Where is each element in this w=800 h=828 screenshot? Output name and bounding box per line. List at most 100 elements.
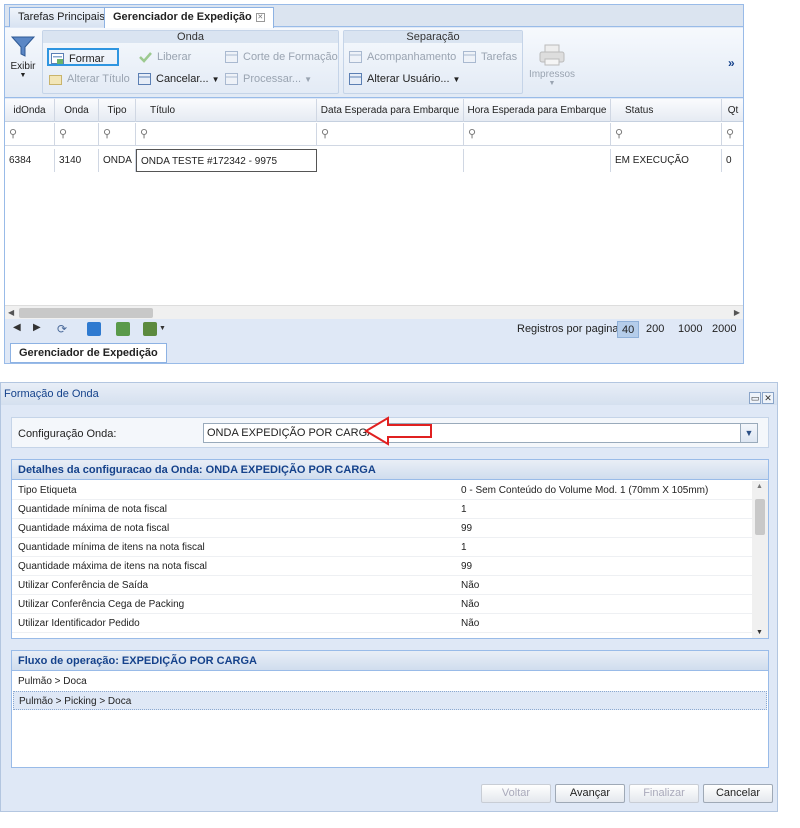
- detail-value: 0 - Sem Conteúdo do Volume Mod. 1 (70mm …: [461, 485, 709, 496]
- column-header[interactable]: Tipo: [99, 99, 136, 122]
- config-combo[interactable]: ONDA EXPEDIÇÃO POR CARGA ▼: [203, 423, 758, 443]
- voltar-button[interactable]: Voltar: [481, 784, 551, 803]
- alterar-titulo-button[interactable]: Alterar Título: [47, 70, 130, 88]
- detail-value: 1: [461, 504, 467, 515]
- search-icon: ⚲: [9, 128, 18, 140]
- cell-titulo[interactable]: ONDA TESTE #172342 - 9975: [136, 149, 317, 172]
- search-icon: ⚲: [59, 128, 68, 140]
- table-row[interactable]: 6384 3140 ONDA ONDA TESTE #172342 - 9975…: [5, 149, 743, 172]
- column-header[interactable]: Data Esperada para Embarque: [317, 99, 464, 122]
- column-header[interactable]: Qt: [722, 99, 743, 122]
- chevron-down-icon: ▼: [548, 80, 556, 87]
- dialog-title: Formação de Onda: [4, 388, 99, 400]
- more-button[interactable]: »: [728, 56, 735, 70]
- list-item: Quantidade mínima de itens na nota fisca…: [12, 538, 752, 557]
- form-wave-icon: [51, 53, 64, 64]
- corte-formacao-button[interactable]: Corte de Formação: [223, 48, 338, 66]
- list-item: Quantidade mínima de nota fiscal 1: [12, 500, 752, 519]
- filter-cell[interactable]: ⚲: [55, 123, 99, 146]
- detail-key: Utilizar Conferência de Saída: [18, 580, 149, 591]
- refresh-icon[interactable]: ⟳: [57, 322, 67, 336]
- alterar-usuario-menu-button[interactable]: Alterar Usuário... ▼: [347, 70, 460, 88]
- processar-menu-button[interactable]: Processar... ▼: [223, 70, 312, 88]
- funnel-icon: [10, 36, 36, 57]
- tab-main-tasks[interactable]: Tarefas Principais: [9, 7, 114, 27]
- tarefas-button[interactable]: Tarefas: [461, 48, 517, 66]
- page-size-40[interactable]: 40: [617, 321, 640, 338]
- vertical-scrollbar[interactable]: ▲ ▼: [752, 481, 768, 638]
- chevron-down-icon: ▼: [304, 75, 312, 84]
- filter-cell[interactable]: ⚲: [722, 123, 743, 146]
- alterar-titulo-label: Alterar Título: [67, 73, 130, 85]
- filter-cell[interactable]: ⚲: [611, 123, 722, 146]
- liberar-label: Liberar: [157, 51, 192, 63]
- tab-expedition-manager[interactable]: Gerenciador de Expedição ✕: [104, 7, 274, 28]
- scroll-up-icon[interactable]: ▲: [756, 483, 763, 490]
- column-header[interactable]: Onda: [55, 99, 99, 122]
- filter-cell[interactable]: ⚲: [5, 123, 55, 146]
- prev-page-icon[interactable]: ◀: [13, 322, 21, 333]
- cancelar-menu-button[interactable]: Cancelar... ▼: [136, 70, 220, 88]
- expedition-manager-window: Tarefas Principais Gerenciador de Expedi…: [4, 4, 744, 364]
- chevron-down-icon: ▼: [452, 75, 461, 84]
- filter-cell[interactable]: ⚲: [99, 123, 136, 146]
- search-icon: ⚲: [726, 128, 735, 140]
- scroll-down-icon[interactable]: ▼: [756, 629, 763, 636]
- impressos-label: Impressos: [528, 69, 576, 80]
- impressos-button[interactable]: Impressos ▼: [527, 44, 577, 87]
- chart-icon[interactable]: [116, 322, 130, 336]
- onda-group-title: Onda: [43, 31, 338, 43]
- cell-data: [317, 149, 464, 172]
- column-header[interactable]: Status: [611, 99, 722, 122]
- flow-panel: Fluxo de operação: EXPEDIÇÃO POR CARGA P…: [11, 650, 769, 768]
- chevron-down-icon[interactable]: ▼: [740, 424, 757, 442]
- next-page-icon[interactable]: ▶: [33, 322, 41, 333]
- search-icon[interactable]: [87, 322, 101, 336]
- detail-value: Não: [461, 618, 480, 629]
- horizontal-scrollbar[interactable]: ◀ ▶: [5, 305, 743, 319]
- column-header[interactable]: Título: [136, 99, 317, 122]
- list-item: Utilizar Conferência Cega de Packing Não: [12, 595, 752, 614]
- chevron-down-icon[interactable]: ▼: [159, 325, 166, 332]
- exibir-button[interactable]: Exibir ▼: [8, 36, 38, 92]
- scroll-left-icon[interactable]: ◀: [8, 306, 14, 320]
- formar-button[interactable]: Formar: [47, 48, 119, 66]
- filter-cell[interactable]: ⚲: [136, 123, 317, 146]
- liberar-button[interactable]: Liberar: [137, 48, 191, 66]
- page-size-1000[interactable]: 1000: [674, 321, 706, 338]
- avancar-button[interactable]: Avançar: [555, 784, 625, 803]
- list-item[interactable]: Pulmão > Picking > Doca: [13, 691, 767, 710]
- cell-qt: 0: [722, 149, 743, 172]
- column-header[interactable]: Hora Esperada para Embarque: [464, 99, 611, 122]
- grid-icon: [225, 51, 238, 63]
- tab-bar: Tarefas Principais Gerenciador de Expedi…: [5, 5, 743, 28]
- close-icon[interactable]: ✕: [762, 392, 774, 404]
- scroll-thumb[interactable]: [755, 499, 765, 535]
- cell-idonda: 6384: [5, 149, 55, 172]
- flow-title: Fluxo de operação: EXPEDIÇÃO POR CARGA: [12, 651, 768, 671]
- close-icon[interactable]: ✕: [255, 12, 265, 22]
- export-icon[interactable]: [143, 322, 157, 336]
- cancelar-button[interactable]: Cancelar: [703, 784, 773, 803]
- alterar-usuario-label: Alterar Usuário...: [367, 73, 450, 85]
- finalizar-button[interactable]: Finalizar: [629, 784, 699, 803]
- restore-icon[interactable]: ▭: [749, 392, 761, 404]
- scroll-right-icon[interactable]: ▶: [734, 306, 740, 320]
- page-size-2000[interactable]: 2000: [708, 321, 740, 338]
- list-item[interactable]: Pulmão > Doca: [13, 672, 767, 691]
- filter-cell[interactable]: ⚲: [464, 123, 611, 146]
- scroll-thumb[interactable]: [19, 308, 153, 318]
- config-label: Configuração Onda:: [18, 428, 117, 440]
- tab-bottom-expedition-manager[interactable]: Gerenciador de Expedição: [10, 343, 167, 363]
- acompanhamento-button[interactable]: Acompanhamento: [347, 48, 456, 66]
- cell-hora: [464, 149, 611, 172]
- column-header[interactable]: idOnda: [5, 99, 55, 122]
- details-panel: Detalhes da configuracao da Onda: ONDA E…: [11, 459, 769, 639]
- details-title: Detalhes da configuracao da Onda: ONDA E…: [12, 460, 768, 480]
- detail-value: 1: [461, 542, 467, 553]
- page-size-200[interactable]: 200: [642, 321, 668, 338]
- config-value: ONDA EXPEDIÇÃO POR CARGA: [207, 427, 375, 439]
- detail-key: Quantidade máxima de itens na nota fisca…: [18, 561, 207, 572]
- acompanhamento-label: Acompanhamento: [367, 51, 457, 63]
- filter-cell[interactable]: ⚲: [317, 123, 464, 146]
